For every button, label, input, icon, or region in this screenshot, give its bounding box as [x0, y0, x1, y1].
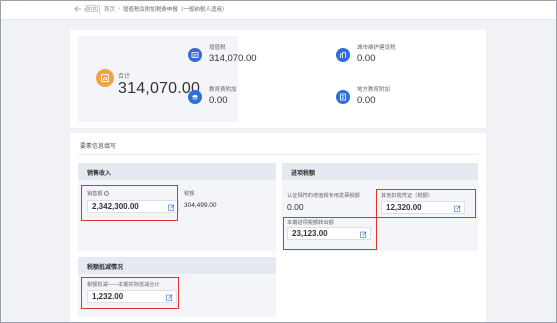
tax-item-label: 城市维护建设税 — [357, 45, 396, 51]
other-deduction-label: 其他扣税凭证（税额） — [381, 193, 433, 199]
panel-title: 销售收入 — [87, 171, 112, 177]
tax-item-label: 地方教育附加 — [357, 87, 391, 93]
info-icon[interactable]: i — [103, 191, 109, 197]
tax-item-vat: 增值税 314,070.00 — [188, 43, 318, 73]
back-arrow-icon — [74, 6, 81, 12]
tax-item-value: 0.00 — [209, 95, 228, 106]
tax-amount-label: 税额 — [184, 191, 195, 197]
panel-header: 税额抵减情况 — [78, 257, 276, 274]
total-chart-icon — [96, 69, 114, 87]
element-info-form: 要素信息填写 销售收入 销售额 i 2,342,300.00 税额 304,499… — [70, 133, 486, 323]
top-nav: 返回 首页 › 增值税及附加税费申报（一般纳税人适用） — [0, 0, 557, 20]
reduction-label: 税额抵减——本期实际抵减合计 — [87, 282, 160, 288]
tax-item-value: 0.00 — [357, 95, 376, 106]
sales-amount-value: 2,342,300.00 — [92, 202, 139, 211]
breadcrumb-current: 增值税及附加税费申报（一般纳税人适用） — [122, 7, 228, 13]
tax-item-label: 增值税 — [209, 45, 226, 51]
tax-reduction-panel: 税额抵减情况 税额抵减——本期实际抵减合计 1,232.00 — [78, 257, 276, 317]
chevron-right-icon: › — [118, 6, 120, 12]
city-tax-icon — [336, 48, 350, 62]
sales-amount-input[interactable]: 2,342,300.00 — [87, 200, 179, 213]
breadcrumb-home[interactable]: 首页 — [104, 5, 115, 13]
tax-item-city-tax: 城市维护建设税 0.00 — [336, 43, 466, 73]
panel-title: 进项税额 — [291, 171, 316, 177]
edit-icon[interactable] — [454, 205, 461, 212]
tax-transfer-input[interactable]: 23,123.00 — [287, 227, 371, 240]
panel-title: 税额抵减情况 — [87, 265, 124, 271]
nav-separator — [99, 5, 100, 14]
tax-item-local-education: 地方教育附加 0.00 — [336, 85, 466, 115]
edit-icon[interactable] — [166, 294, 173, 301]
certified-invoice-value: 0.00 — [287, 202, 304, 212]
total-label: 合计 — [118, 74, 131, 80]
vat-icon — [188, 48, 202, 62]
tax-item-value: 314,070.00 — [209, 53, 257, 64]
edit-icon[interactable] — [168, 204, 175, 211]
local-education-icon — [336, 90, 350, 104]
tax-item-label: 教育费附加 — [209, 87, 237, 93]
tax-item-education: 教育费附加 0.00 — [188, 85, 318, 115]
tax-transfer-label: 本期进项税额转出额 — [287, 220, 334, 226]
education-fee-icon — [188, 90, 202, 104]
certified-invoice-label: 认证相符的增值税专用发票税额 — [287, 193, 360, 199]
form-title: 要素信息填写 — [80, 144, 117, 150]
panel-header: 进项税额 — [282, 163, 478, 180]
reduction-value: 1,232.00 — [92, 292, 124, 301]
reduction-input[interactable]: 1,232.00 — [87, 290, 177, 303]
tax-transfer-value: 23,123.00 — [292, 229, 328, 238]
sales-amount-label: 销售额 i — [87, 190, 109, 197]
tax-item-value: 0.00 — [357, 53, 376, 64]
breadcrumb: 首页 › 增值税及附加税费申报（一般纳税人适用） — [104, 5, 227, 13]
panel-header: 销售收入 — [78, 163, 276, 180]
other-deduction-value: 12,320.00 — [386, 203, 422, 212]
tax-amount-value: 304,499.00 — [184, 202, 217, 209]
form-divider — [78, 154, 478, 155]
tax-summary-card: 合计 314,070.00 增值税 314,070.00 城市维护建设税 0.0… — [70, 30, 486, 128]
edit-icon[interactable] — [360, 231, 367, 238]
back-label: 返回 — [84, 6, 98, 13]
sales-income-panel: 销售收入 销售额 i 2,342,300.00 税额 304,499.00 — [78, 163, 276, 251]
other-deduction-input[interactable]: 12,320.00 — [381, 201, 465, 214]
input-tax-panel: 进项税额 认证相符的增值税专用发票税额 0.00 其他扣税凭证（税额） 12,3… — [282, 163, 478, 251]
back-button[interactable]: 返回 — [74, 4, 98, 14]
